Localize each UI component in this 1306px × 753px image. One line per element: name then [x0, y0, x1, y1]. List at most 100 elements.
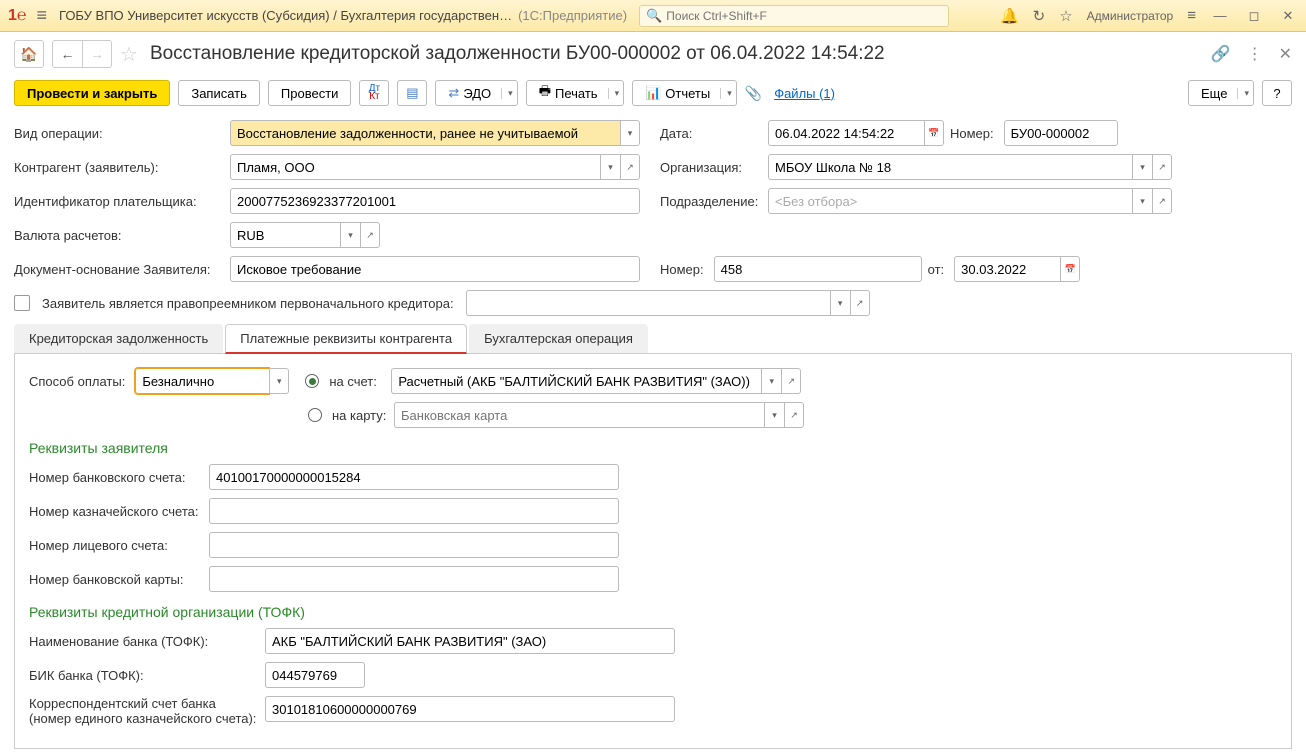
operation-type-input[interactable]: [230, 120, 620, 146]
operation-type-label: Вид операции:: [14, 126, 224, 141]
number-input[interactable]: [1004, 120, 1118, 146]
nav-back-button[interactable]: ←: [52, 40, 82, 68]
currency-dropdown[interactable]: ▾: [340, 222, 360, 248]
close-window-button[interactable]: ✕: [1278, 8, 1298, 24]
minimize-button[interactable]: —: [1210, 8, 1230, 23]
card-num-input[interactable]: [209, 566, 619, 592]
org-dropdown[interactable]: ▾: [1132, 154, 1152, 180]
payer-id-input[interactable]: [230, 188, 640, 214]
account-input[interactable]: [391, 368, 761, 394]
list-button[interactable]: ▤: [397, 80, 427, 106]
date-input[interactable]: [768, 120, 924, 146]
basis-num-label: Номер:: [660, 262, 704, 277]
search-icon: 🔍: [646, 8, 662, 24]
post-button[interactable]: Провести: [268, 80, 352, 106]
history-icon[interactable]: ↻: [1033, 7, 1046, 25]
bik-input[interactable]: [265, 662, 365, 688]
personal-input[interactable]: [209, 532, 619, 558]
payment-method-dropdown[interactable]: ▾: [269, 368, 289, 394]
nav-forward-button[interactable]: →: [82, 40, 112, 68]
counterparty-open[interactable]: ↗: [620, 154, 640, 180]
radio-to-card[interactable]: [308, 408, 322, 422]
attachment-icon[interactable]: 📎: [745, 85, 762, 102]
bik-label: БИК банка (ТОФК):: [29, 668, 259, 683]
counterparty-input[interactable]: [230, 154, 600, 180]
card-num-label: Номер банковской карты:: [29, 572, 203, 587]
corr-label: Корреспондентский счет банка (номер един…: [29, 696, 259, 726]
dtkt-button[interactable]: ДтКт: [359, 80, 389, 106]
card-input[interactable]: [394, 402, 764, 428]
successor-input[interactable]: [466, 290, 830, 316]
home-button[interactable]: 🏠: [14, 40, 44, 68]
successor-open[interactable]: ↗: [850, 290, 870, 316]
search-input[interactable]: [666, 9, 942, 23]
star-icon[interactable]: ☆: [1059, 7, 1072, 25]
successor-dropdown[interactable]: ▾: [830, 290, 850, 316]
bell-icon[interactable]: 🔔: [1000, 7, 1019, 25]
basis-date-input[interactable]: [954, 256, 1060, 282]
close-doc-button[interactable]: ✕: [1279, 44, 1292, 64]
edo-button[interactable]: ⇄ ЭДО: [435, 80, 517, 106]
app-title: ГОБУ ВПО Университет искусств (Субсидия)…: [59, 8, 512, 23]
counterparty-dropdown[interactable]: ▾: [600, 154, 620, 180]
applicant-section-title: Реквизиты заявителя: [29, 440, 1277, 456]
account-dropdown[interactable]: ▾: [761, 368, 781, 394]
radio-to-account[interactable]: [305, 374, 319, 388]
basis-label: Документ-основание Заявителя:: [14, 262, 224, 277]
treasury-input[interactable]: [209, 498, 619, 524]
dept-input[interactable]: [768, 188, 1132, 214]
currency-open[interactable]: ↗: [360, 222, 380, 248]
tab-accounting-op[interactable]: Бухгалтерская операция: [469, 324, 648, 353]
currency-input[interactable]: [230, 222, 340, 248]
account-open[interactable]: ↗: [781, 368, 801, 394]
menu-icon[interactable]: ≡: [37, 5, 48, 26]
bank-acc-label: Номер банковского счета:: [29, 470, 203, 485]
toolbar: Провести и закрыть Записать Провести ДтК…: [0, 76, 1306, 116]
basis-input[interactable]: [230, 256, 640, 282]
counterparty-label: Контрагент (заявитель):: [14, 160, 224, 175]
files-link[interactable]: Файлы (1): [774, 86, 835, 101]
card-dropdown[interactable]: ▾: [764, 402, 784, 428]
logo-1c: 1℮: [8, 7, 27, 25]
corr-input[interactable]: [265, 696, 675, 722]
save-button[interactable]: Записать: [178, 80, 260, 106]
org-input[interactable]: [768, 154, 1132, 180]
credit-org-section-title: Реквизиты кредитной организации (ТОФК): [29, 604, 1277, 620]
tab-content: Способ оплаты: ▾ на счет: ▾ ↗ на карту: …: [14, 354, 1292, 749]
global-search[interactable]: 🔍: [639, 5, 949, 27]
user-label[interactable]: Администратор: [1087, 9, 1174, 23]
more-button[interactable]: Еще: [1188, 80, 1254, 106]
basis-num-input[interactable]: [714, 256, 922, 282]
dept-label: Подразделение:: [660, 194, 758, 209]
reports-button[interactable]: 📊 Отчеты: [632, 80, 737, 106]
bank-name-input[interactable]: [265, 628, 675, 654]
dept-open[interactable]: ↗: [1152, 188, 1172, 214]
date-label: Дата:: [660, 126, 758, 141]
card-open[interactable]: ↗: [784, 402, 804, 428]
payment-method-input[interactable]: [135, 368, 269, 394]
doc-title: Восстановление кредиторской задолженност…: [150, 43, 1195, 65]
successor-label: Заявитель является правопреемником перво…: [42, 296, 454, 311]
dept-dropdown[interactable]: ▾: [1132, 188, 1152, 214]
currency-label: Валюта расчетов:: [14, 228, 224, 243]
tab-payment-details[interactable]: Платежные реквизиты контрагента: [225, 324, 467, 354]
tab-creditor-debt[interactable]: Кредиторская задолженность: [14, 324, 223, 353]
favorite-toggle[interactable]: ☆: [120, 42, 138, 67]
maximize-button[interactable]: ◻: [1244, 8, 1264, 24]
bank-name-label: Наименование банка (ТОФК):: [29, 634, 259, 649]
date-picker-button[interactable]: 📅: [924, 120, 944, 146]
bank-acc-input[interactable]: [209, 464, 619, 490]
print-button[interactable]: 🖶 Печать: [526, 80, 624, 106]
panel-icon[interactable]: ≡: [1187, 7, 1196, 24]
doc-header: 🏠 ← → ☆ Восстановление кредиторской задо…: [0, 32, 1306, 76]
number-label: Номер:: [950, 126, 994, 141]
org-open[interactable]: ↗: [1152, 154, 1172, 180]
link-icon[interactable]: 🔗: [1211, 44, 1231, 64]
basis-date-picker[interactable]: 📅: [1060, 256, 1080, 282]
personal-label: Номер лицевого счета:: [29, 538, 203, 553]
successor-checkbox[interactable]: [14, 295, 30, 311]
help-button[interactable]: ?: [1262, 80, 1292, 106]
post-and-close-button[interactable]: Провести и закрыть: [14, 80, 170, 106]
kebab-icon[interactable]: ⋮: [1247, 44, 1263, 64]
operation-type-dropdown[interactable]: ▾: [620, 120, 640, 146]
